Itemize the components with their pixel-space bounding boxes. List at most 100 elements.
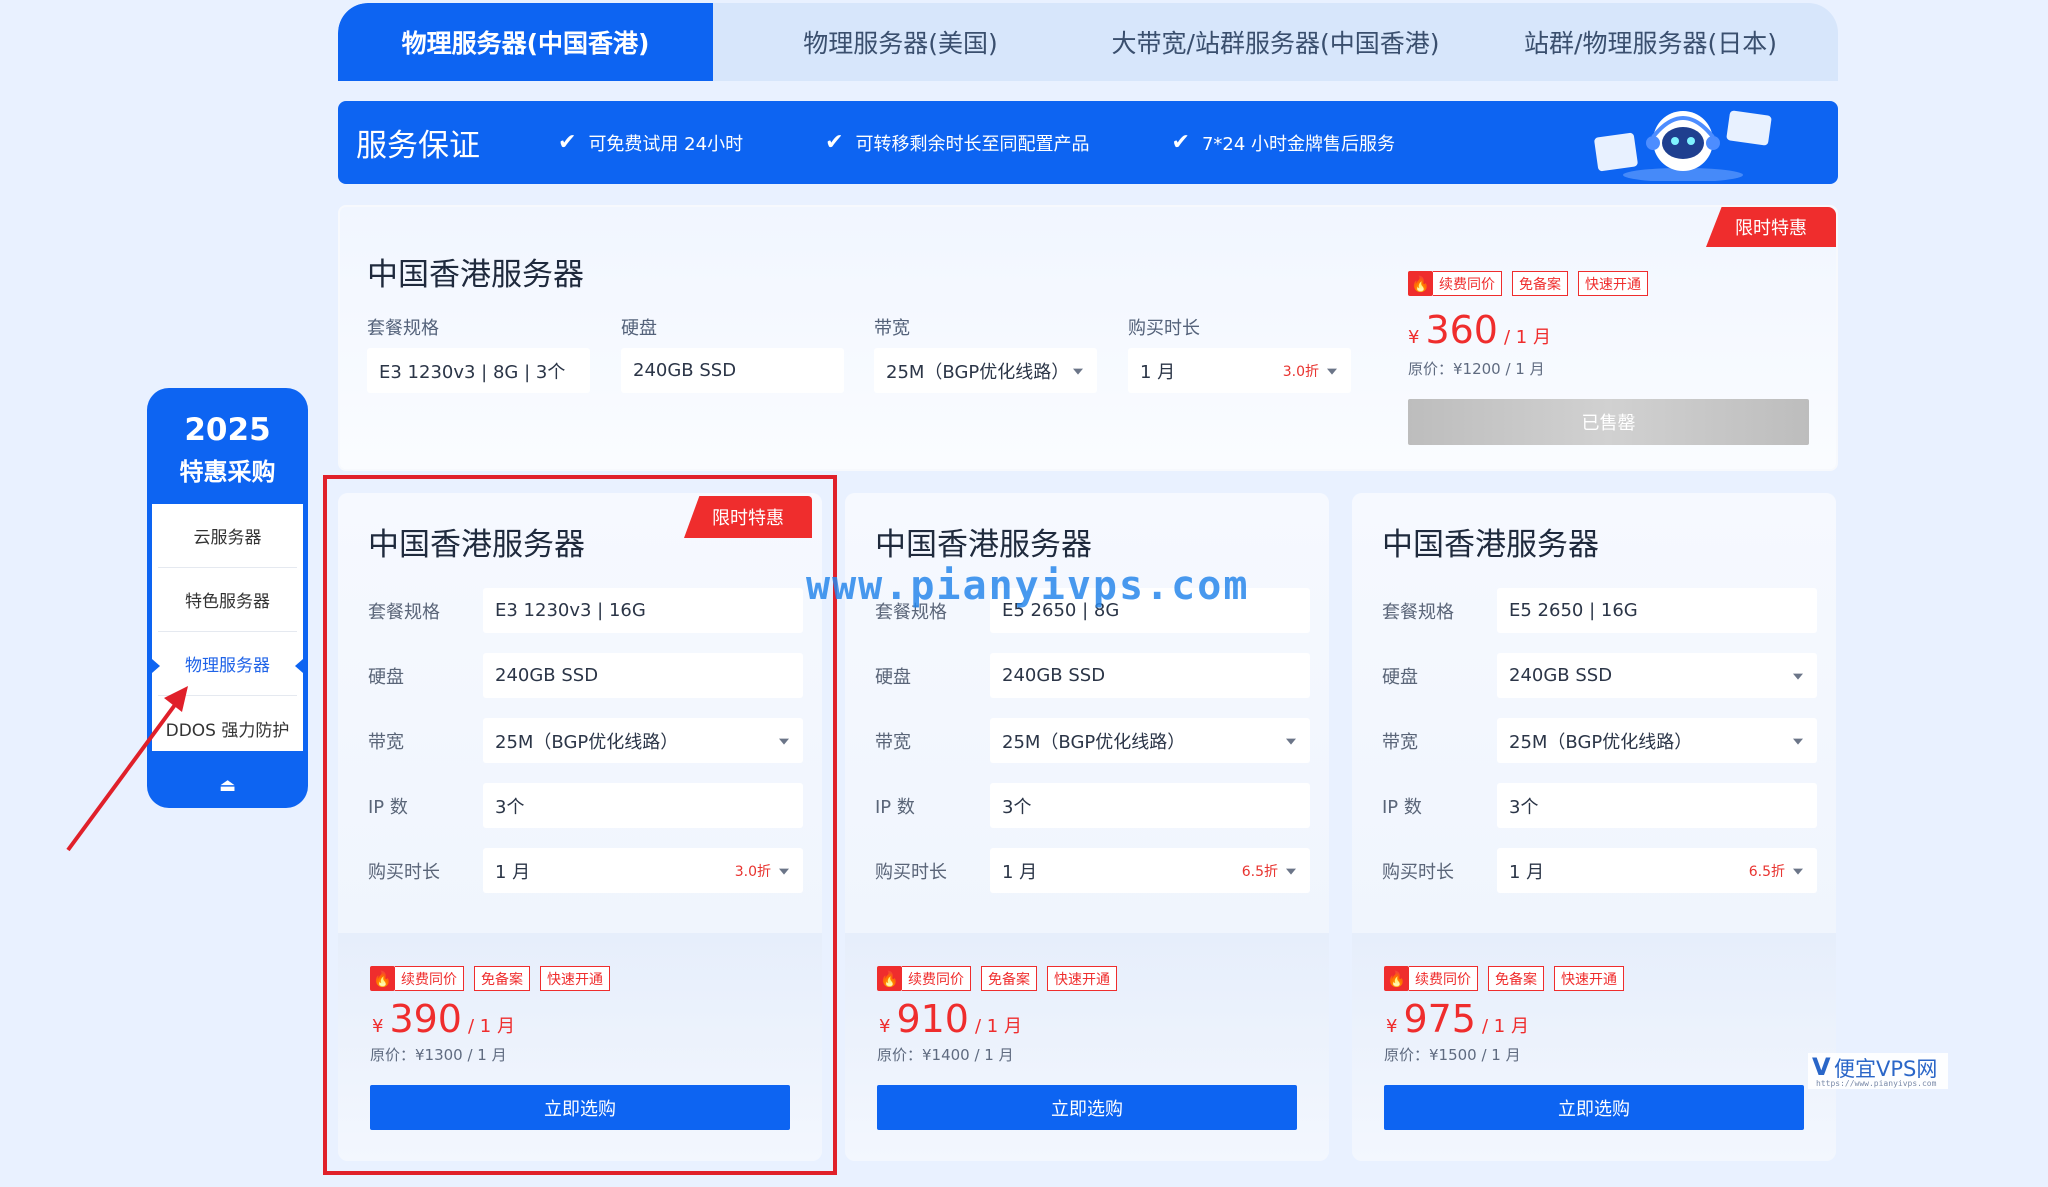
price-section: 🔥 续费同价 免备案 快速开通 ¥ 975 / 1 月 原价：¥1500 / 1…: [1352, 933, 1836, 1161]
tag: 续费同价: [395, 966, 464, 991]
feature-tags: 🔥 续费同价 免备案 快速开通: [1384, 966, 1634, 991]
spec-row: 套餐规格 E3 1230v3 | 16G: [368, 588, 803, 633]
duration-select[interactable]: 1 月 6.5折: [990, 848, 1310, 893]
spec-field: 套餐规格 E3 1230v3 | 8G | 3个: [367, 314, 590, 393]
promo-subtitle: 特惠采购: [179, 458, 276, 486]
duration-select[interactable]: 1 月 3.0折: [483, 848, 803, 893]
tag: 快速开通: [1554, 966, 1624, 991]
price-unit: / 1 月: [1481, 1016, 1529, 1037]
price: ¥ 910 / 1 月: [879, 997, 1022, 1041]
disk-select[interactable]: 240GB SSD: [621, 348, 844, 393]
price-section: 🔥 续费同价 免备案 快速开通 ¥ 910 / 1 月 原价：¥1400 / 1…: [845, 933, 1329, 1161]
field-value: 240GB SSD: [1509, 665, 1613, 686]
field-value: 240GB SSD: [1002, 665, 1106, 686]
tab-physical-us[interactable]: 物理服务器(美国): [713, 3, 1088, 81]
buy-now-button[interactable]: 立即选购: [1384, 1085, 1804, 1130]
chevron-down-icon: [1793, 868, 1803, 875]
active-marker-right: [295, 659, 303, 673]
tag: 续费同价: [902, 966, 971, 991]
field-label: 套餐规格: [875, 601, 947, 623]
check-icon: ✔: [825, 130, 844, 155]
bandwidth-select[interactable]: 25M（BGP优化线路）: [483, 718, 803, 763]
field-value: E3 1230v3 | 8G | 3个: [379, 361, 566, 383]
server-card: 中国香港服务器 套餐规格 E5 2650 | 16G 硬盘 240GB SSD …: [1352, 493, 1836, 1161]
price-unit: / 1 月: [467, 1016, 515, 1037]
field-label: 购买时长: [368, 861, 440, 883]
active-marker-left: [152, 659, 160, 673]
card-title: 中国香港服务器: [875, 527, 1092, 563]
field-label: IP 数: [875, 796, 915, 818]
field-value: E3 1230v3 | 16G: [495, 600, 646, 621]
limited-offer-ribbon: 限时特惠: [1706, 207, 1836, 247]
spec-select[interactable]: E3 1230v3 | 16G: [483, 588, 803, 633]
field-label: 硬盘: [1382, 666, 1418, 688]
field-label: IP 数: [1382, 796, 1422, 818]
menu-item-special-server[interactable]: 特色服务器: [158, 568, 297, 632]
price: ¥ 360 / 1 月: [1408, 308, 1658, 352]
tab-physical-jp[interactable]: 站群/物理服务器(日本): [1463, 3, 1838, 81]
disk-select[interactable]: 240GB SSD: [990, 653, 1310, 698]
tag: 续费同价: [1409, 966, 1478, 991]
guarantee-text: 可转移剩余时长至同配置产品: [855, 133, 1090, 155]
ip-select[interactable]: 3个: [1497, 783, 1817, 828]
price-amount: 975: [1403, 997, 1476, 1041]
fire-icon: 🔥: [1384, 966, 1409, 991]
card-title: 中国香港服务器: [1382, 527, 1599, 563]
bandwidth-select[interactable]: 25M（BGP优化线路）: [990, 718, 1310, 763]
disk-select[interactable]: 240GB SSD: [483, 653, 803, 698]
price: ¥ 975 / 1 月: [1386, 997, 1529, 1041]
server-card: 中国香港服务器 套餐规格 E5 2650 | 8G 硬盘 240GB SSD 带…: [845, 493, 1329, 1161]
duration-row: 购买时长 1 月 6.5折: [875, 848, 1310, 893]
buy-now-button[interactable]: 立即选购: [877, 1085, 1297, 1130]
field-value: 1 月: [1140, 361, 1176, 383]
ip-row: IP 数 3个: [875, 783, 1310, 828]
spec-row: 套餐规格 E5 2650 | 8G: [875, 588, 1310, 633]
field-value: 3个: [495, 796, 525, 818]
field-value: 240GB SSD: [633, 360, 737, 381]
guarantee-text: 7*24 小时金牌售后服务: [1201, 133, 1396, 155]
price-amount: 910: [896, 997, 969, 1041]
field-label: 带宽: [875, 731, 911, 753]
chevron-down-icon: [779, 868, 789, 875]
tab-physical-hk[interactable]: 物理服务器(中国香港): [338, 3, 713, 81]
field-value: 25M（BGP优化线路）: [1509, 731, 1693, 753]
field-label: 硬盘: [875, 666, 911, 688]
menu-item-cloud-server[interactable]: 云服务器: [158, 504, 297, 568]
scroll-top-icon[interactable]: ⏏: [147, 775, 308, 796]
tab-bandwidth-hk[interactable]: 大带宽/站群服务器(中国香港): [1088, 3, 1463, 81]
original-price: 原价：¥1200 / 1 月: [1408, 360, 1545, 378]
menu-item-physical-server[interactable]: 物理服务器: [152, 632, 303, 696]
ip-select[interactable]: 3个: [483, 783, 803, 828]
server-card: 限时特惠 中国香港服务器 套餐规格 E3 1230v3 | 16G 硬盘 240…: [338, 493, 822, 1161]
bandwidth-select[interactable]: 25M（BGP优化线路）: [874, 348, 1097, 393]
promo-menu: 云服务器 特色服务器 物理服务器 DDOS 强力防护: [152, 504, 303, 751]
duration-select[interactable]: 1 月 6.5折: [1497, 848, 1817, 893]
chevron-down-icon: [1793, 738, 1803, 745]
fire-icon: 🔥: [877, 966, 902, 991]
bandwidth-row: 带宽 25M（BGP优化线路）: [368, 718, 803, 763]
spec-select[interactable]: E5 2650 | 8G: [990, 588, 1310, 633]
field-label: 购买时长: [1382, 861, 1454, 883]
ip-select[interactable]: 3个: [990, 783, 1310, 828]
buy-now-button[interactable]: 立即选购: [370, 1085, 790, 1130]
menu-item-ddos-protection[interactable]: DDOS 强力防护: [158, 696, 297, 760]
tag: 快速开通: [1578, 271, 1648, 296]
field-value: 25M（BGP优化线路）: [495, 731, 679, 753]
field-label: 带宽: [1382, 731, 1418, 753]
duration-field: 购买时长 1 月 3.0折: [1128, 314, 1351, 393]
duration-select[interactable]: 1 月 3.0折: [1128, 348, 1351, 393]
price-amount: 360: [1425, 308, 1498, 352]
check-icon: ✔: [558, 130, 577, 155]
spec-select[interactable]: E3 1230v3 | 8G | 3个: [367, 348, 590, 393]
chevron-down-icon: [1793, 673, 1803, 680]
chevron-down-icon: [1073, 368, 1083, 375]
disk-select[interactable]: 240GB SSD: [1497, 653, 1817, 698]
feature-tags: 🔥 续费同价 免备案 快速开通: [1408, 271, 1658, 296]
field-label: 购买时长: [875, 861, 947, 883]
tag: 快速开通: [540, 966, 610, 991]
bandwidth-select[interactable]: 25M（BGP优化线路）: [1497, 718, 1817, 763]
guarantee-text: 可免费试用 24小时: [588, 133, 744, 155]
sold-out-button[interactable]: 已售罄: [1408, 399, 1809, 445]
spec-select[interactable]: E5 2650 | 16G: [1497, 588, 1817, 633]
currency: ¥: [879, 1016, 891, 1037]
